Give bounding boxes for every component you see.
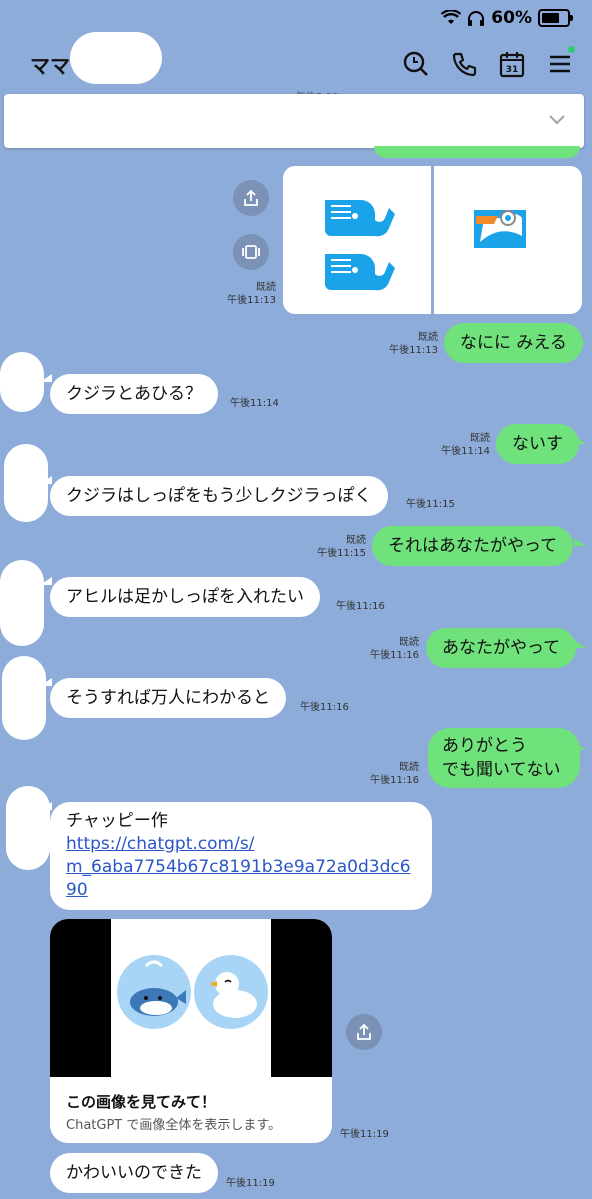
photo-whales[interactable] bbox=[283, 166, 431, 314]
share-button[interactable] bbox=[346, 1014, 382, 1050]
message-meta: 既読 午後11:15 bbox=[317, 535, 366, 559]
message-bubble-received[interactable]: アヒルは足かしっぽを入れたい bbox=[50, 577, 320, 617]
status-bar: 60% bbox=[441, 8, 573, 28]
message-time: 午後11:16 bbox=[336, 601, 385, 612]
message-meta: 既読 午後11:14 bbox=[441, 433, 490, 457]
link-message-bubble[interactable]: チャッピー作 https://chatgpt.com/s/ m_6aba7754… bbox=[50, 802, 432, 910]
avatar[interactable] bbox=[6, 786, 50, 870]
avatar[interactable] bbox=[2, 656, 46, 740]
hidden-bubble-edge bbox=[374, 146, 580, 158]
album-button[interactable] bbox=[233, 234, 269, 270]
headphones-icon bbox=[468, 11, 485, 26]
bubble-tail bbox=[574, 436, 586, 444]
phone-icon[interactable] bbox=[451, 50, 479, 78]
bubble-tail bbox=[40, 476, 52, 484]
share-button[interactable] bbox=[233, 180, 269, 216]
album-icon bbox=[242, 245, 260, 259]
duck-drawing-icon bbox=[474, 210, 526, 248]
bubble-tail bbox=[40, 678, 52, 686]
link-message-text: チャッピー作 bbox=[66, 811, 168, 831]
bubble-tail bbox=[574, 335, 586, 343]
message-bubble-received[interactable]: そうすれば万人にわかると bbox=[50, 678, 286, 718]
message-bubble-sent[interactable]: ないす bbox=[496, 424, 579, 464]
search-icon[interactable] bbox=[402, 50, 430, 78]
message-time: 午後11:19 bbox=[226, 1178, 275, 1189]
message-meta: 既読 午後11:16 bbox=[370, 762, 419, 786]
chatgpt-link[interactable]: https://chatgpt.com/s/ m_6aba7754b67c819… bbox=[66, 833, 416, 902]
message-time: 午後11:16 bbox=[300, 702, 349, 713]
bubble-tail bbox=[574, 640, 586, 648]
wifi-icon bbox=[441, 10, 462, 24]
bubble-tail bbox=[40, 374, 52, 382]
photos-meta: 既読 午後11:13 bbox=[227, 282, 276, 306]
avatar[interactable] bbox=[0, 352, 44, 412]
preview-image bbox=[50, 919, 332, 1077]
redaction-blot bbox=[70, 32, 162, 84]
message-bubble-received[interactable]: クジラとあひる？ bbox=[50, 374, 218, 414]
bubble-tail bbox=[40, 802, 52, 810]
message-bubble-sent[interactable]: あなたがやって bbox=[426, 628, 577, 668]
preview-subtitle: ChatGPT で画像全体を表示します。 bbox=[66, 1118, 282, 1133]
bubble-tail bbox=[574, 742, 586, 750]
notification-dot bbox=[568, 46, 575, 53]
battery-percent: 60% bbox=[491, 8, 532, 28]
calendar-icon[interactable]: 31 bbox=[498, 50, 526, 78]
message-time: 午後11:19 bbox=[340, 1129, 389, 1140]
menu-icon[interactable] bbox=[546, 50, 574, 78]
photo-duck[interactable] bbox=[434, 166, 582, 314]
bubble-tail bbox=[40, 577, 52, 585]
battery-icon bbox=[538, 9, 573, 27]
svg-text:31: 31 bbox=[506, 65, 519, 75]
chevron-down-icon[interactable] bbox=[548, 114, 566, 126]
share-icon bbox=[357, 1023, 371, 1040]
message-bubble-received[interactable]: かわいいのできた bbox=[50, 1153, 218, 1193]
pinned-bar[interactable] bbox=[4, 94, 584, 148]
link-preview-card[interactable]: この画像を見てみて！ ChatGPT で画像全体を表示します。 bbox=[50, 919, 332, 1143]
message-meta: 既読 午後11:16 bbox=[370, 637, 419, 661]
message-meta: 既読 午後11:13 bbox=[389, 332, 438, 356]
avatar[interactable] bbox=[0, 560, 44, 646]
message-time: 午後11:14 bbox=[230, 398, 279, 409]
message-bubble-sent[interactable]: ありがとう でも聞いてない bbox=[428, 728, 580, 788]
bubble-tail bbox=[574, 538, 586, 546]
message-bubble-sent[interactable]: なにに みえる bbox=[444, 323, 583, 363]
chat-title: ママ bbox=[30, 54, 70, 78]
message-bubble-sent[interactable]: それはあなたがやって bbox=[372, 526, 574, 566]
duck-illustration-icon bbox=[194, 955, 268, 1029]
whale-illustration-icon bbox=[117, 955, 191, 1029]
message-time: 午後11:15 bbox=[406, 499, 455, 510]
whale-drawing-icon bbox=[325, 200, 395, 291]
preview-title: この画像を見てみて！ bbox=[66, 1093, 217, 1111]
share-icon bbox=[244, 189, 258, 206]
message-bubble-received[interactable]: クジラはしっぽをもう少しクジラっぽく bbox=[50, 476, 388, 516]
